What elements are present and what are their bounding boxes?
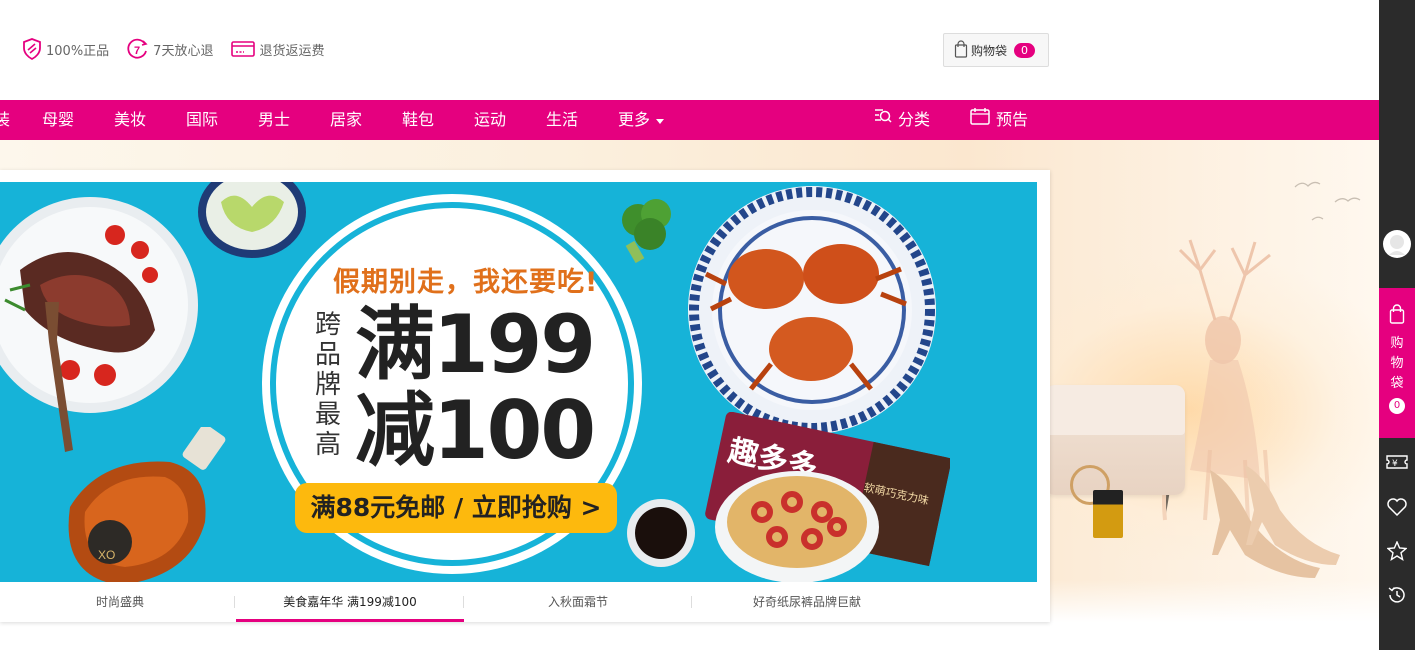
promo-carousel: XO 趣多多 软萌巧克力味 假期别走，我还要吃! 跨 品 牌 最 高 满199 …	[0, 170, 1050, 622]
nav-item-baby[interactable]: 母婴	[42, 100, 74, 140]
heels-image	[1210, 465, 1340, 578]
promo-headline-threshold: 满199	[355, 298, 596, 391]
promo-headline-discount: 减100	[355, 384, 596, 477]
shopping-bag-button[interactable]: 购物袋 0	[943, 33, 1049, 67]
category-search-icon	[874, 100, 892, 140]
crab-plate-image	[688, 186, 936, 434]
carousel-tab[interactable]: 时尚盛典	[5, 582, 235, 622]
nav-category[interactable]: 分类	[874, 100, 930, 140]
promo-vertical-text: 跨品牌最高	[314, 310, 341, 460]
carousel-tabs: 时尚盛典 美食嘉年华 满199减100 入秋面霜节 好奇纸尿裤品牌巨献	[0, 582, 1037, 622]
cognac-bottle-image: XO	[68, 427, 226, 582]
heart-icon[interactable]	[1385, 495, 1409, 519]
calendar-icon	[970, 100, 990, 140]
bag-icon	[954, 39, 968, 61]
snack-bowl-image	[715, 471, 879, 582]
svg-text:¥: ¥	[1392, 459, 1398, 469]
promise-return[interactable]: 7 7天放心退	[127, 38, 213, 60]
sidebar-bag-count: 0	[1389, 398, 1405, 414]
nav-more-label: 更多	[618, 110, 651, 129]
top-bar: 100%正品 7 7天放心退 退货返运费 购物袋 0	[0, 0, 1379, 100]
steak-plate-image	[0, 197, 198, 413]
promo-tagline: 假期别走，我还要吃!	[333, 267, 599, 298]
sidebar-bag-label: 购物袋	[1390, 336, 1404, 391]
nav-item-partial[interactable]: 装	[0, 100, 10, 140]
promise-freight[interactable]: 退货返运费	[231, 40, 324, 59]
svg-text:7: 7	[134, 45, 140, 57]
nav-item-sports[interactable]: 运动	[474, 100, 506, 140]
main-nav: 装 母婴 美妆 国际 男士 居家 鞋包 运动 生活 更多 分类 预告	[0, 100, 1379, 140]
history-icon[interactable]	[1385, 583, 1409, 607]
sidebar-bag-button[interactable]: 购物袋 0	[1379, 288, 1415, 438]
promise-label: 7天放心退	[153, 43, 214, 59]
preview-label: 预告	[996, 110, 1029, 129]
carousel-tab-active[interactable]: 美食嘉年华 满199减100	[236, 582, 464, 622]
nav-item-life[interactable]: 生活	[546, 100, 578, 140]
nav-item-beauty[interactable]: 美妆	[114, 100, 146, 140]
bag-count-badge: 0	[1014, 42, 1036, 58]
active-tab-indicator	[236, 619, 464, 622]
sauce-bowl-image	[627, 499, 695, 567]
salad-bowl-image	[198, 182, 306, 258]
promo-banner[interactable]: XO 趣多多 软萌巧克力味 假期别走，我还要吃! 跨 品 牌 最 高 满199 …	[0, 182, 1037, 582]
nav-item-men[interactable]: 男士	[258, 100, 290, 140]
carousel-tab[interactable]: 入秋面霜节	[464, 582, 692, 622]
svg-text:XO: XO	[98, 548, 115, 562]
nav-item-home[interactable]: 居家	[330, 100, 362, 140]
promise-authentic[interactable]: 100%正品	[22, 38, 109, 60]
birds-decoration	[1294, 181, 1361, 221]
star-icon[interactable]	[1385, 539, 1409, 563]
avatar[interactable]	[1383, 230, 1411, 258]
nav-item-international[interactable]: 国际	[186, 100, 218, 140]
shield-icon	[22, 38, 42, 60]
service-promises: 100%正品 7 7天放心退 退货返运费	[22, 38, 324, 60]
promise-label: 100%正品	[46, 43, 110, 59]
category-label: 分类	[898, 110, 931, 129]
seven-days-icon: 7	[127, 38, 149, 60]
nav-item-more[interactable]: 更多	[618, 100, 665, 140]
buy-now-button[interactable]: 满88元免邮 / 立即抢购 >	[295, 483, 617, 533]
nav-preview[interactable]: 预告	[970, 100, 1028, 140]
nav-item-shoes-bags[interactable]: 鞋包	[402, 100, 434, 140]
bag-icon	[1389, 304, 1405, 328]
coupon-icon[interactable]: ¥	[1385, 450, 1409, 474]
right-toolbar: 购物袋 0 ¥	[1379, 0, 1415, 650]
carousel-tab[interactable]: 好奇纸尿裤品牌巨献	[692, 582, 922, 622]
bag-label: 购物袋	[971, 43, 1008, 58]
broccoli-image	[622, 199, 671, 264]
card-icon	[231, 40, 256, 58]
caret-down-icon	[656, 100, 665, 140]
perfume-image	[1093, 490, 1123, 538]
promise-label: 退货返运费	[259, 43, 325, 59]
